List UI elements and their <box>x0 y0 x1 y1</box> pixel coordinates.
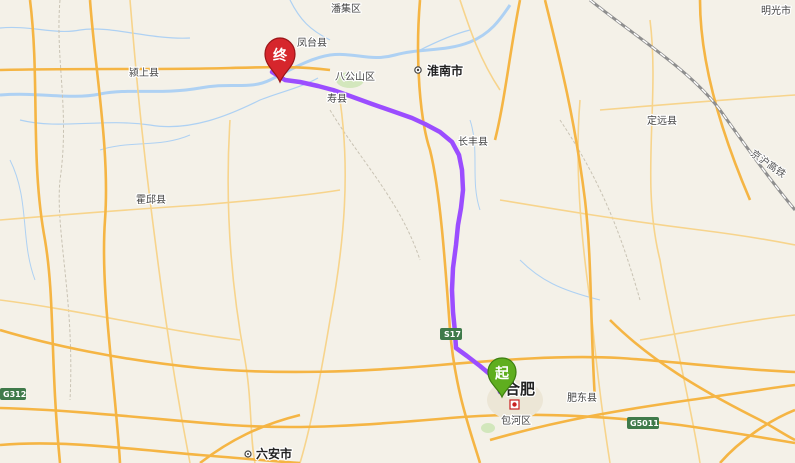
label-baohe: 包河区 <box>501 414 531 427</box>
label-dingyuan: 定远县 <box>647 114 677 127</box>
label-shou: 寿县 <box>327 92 347 105</box>
svg-text:G5011: G5011 <box>630 419 659 428</box>
svg-text:S17: S17 <box>444 330 461 339</box>
label-yingshang: 颍上县 <box>129 66 159 79</box>
map-svg[interactable]: 潘集区 明光市 凤台县 颍上县 八公山区 淮南市 寿县 定远县 长丰县 京沪高铁… <box>0 0 795 463</box>
label-bagongshan: 八公山区 <box>335 71 375 83</box>
shield-g5011: G5011 <box>627 417 659 429</box>
label-huainan: 淮南市 <box>427 63 463 78</box>
shield-g312: G312 <box>0 388 26 400</box>
label-changfeng: 长丰县 <box>458 135 488 148</box>
label-mingguang: 明光市 <box>761 4 791 17</box>
label-luan: 六安市 <box>256 446 292 461</box>
start-marker-label: 起 <box>494 365 510 382</box>
label-panji: 潘集区 <box>331 2 361 15</box>
label-fengtai: 凤台县 <box>297 36 327 49</box>
shield-s17: S17 <box>440 328 462 340</box>
map-canvas[interactable]: 潘集区 明光市 凤台县 颍上县 八公山区 淮南市 寿县 定远县 长丰县 京沪高铁… <box>0 0 795 463</box>
end-marker-label: 终 <box>273 47 288 64</box>
label-huoqiu: 霍邱县 <box>136 193 166 206</box>
label-feidong: 肥东县 <box>567 391 597 404</box>
svg-text:G312: G312 <box>3 390 26 399</box>
